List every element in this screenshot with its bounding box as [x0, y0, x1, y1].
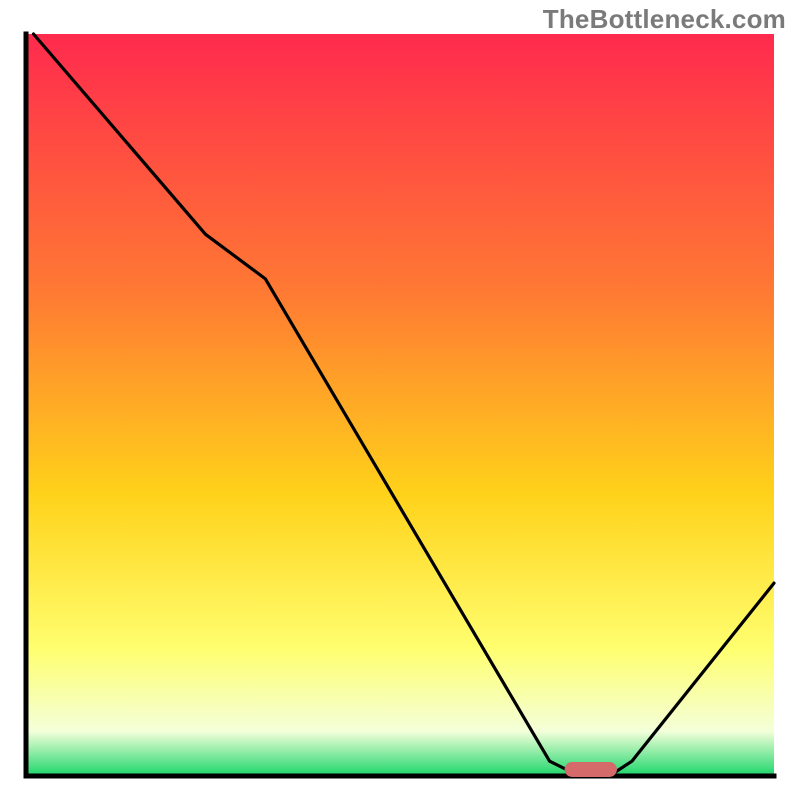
chart-container: TheBottleneck.com — [0, 0, 800, 800]
bottleneck-chart — [0, 0, 800, 800]
